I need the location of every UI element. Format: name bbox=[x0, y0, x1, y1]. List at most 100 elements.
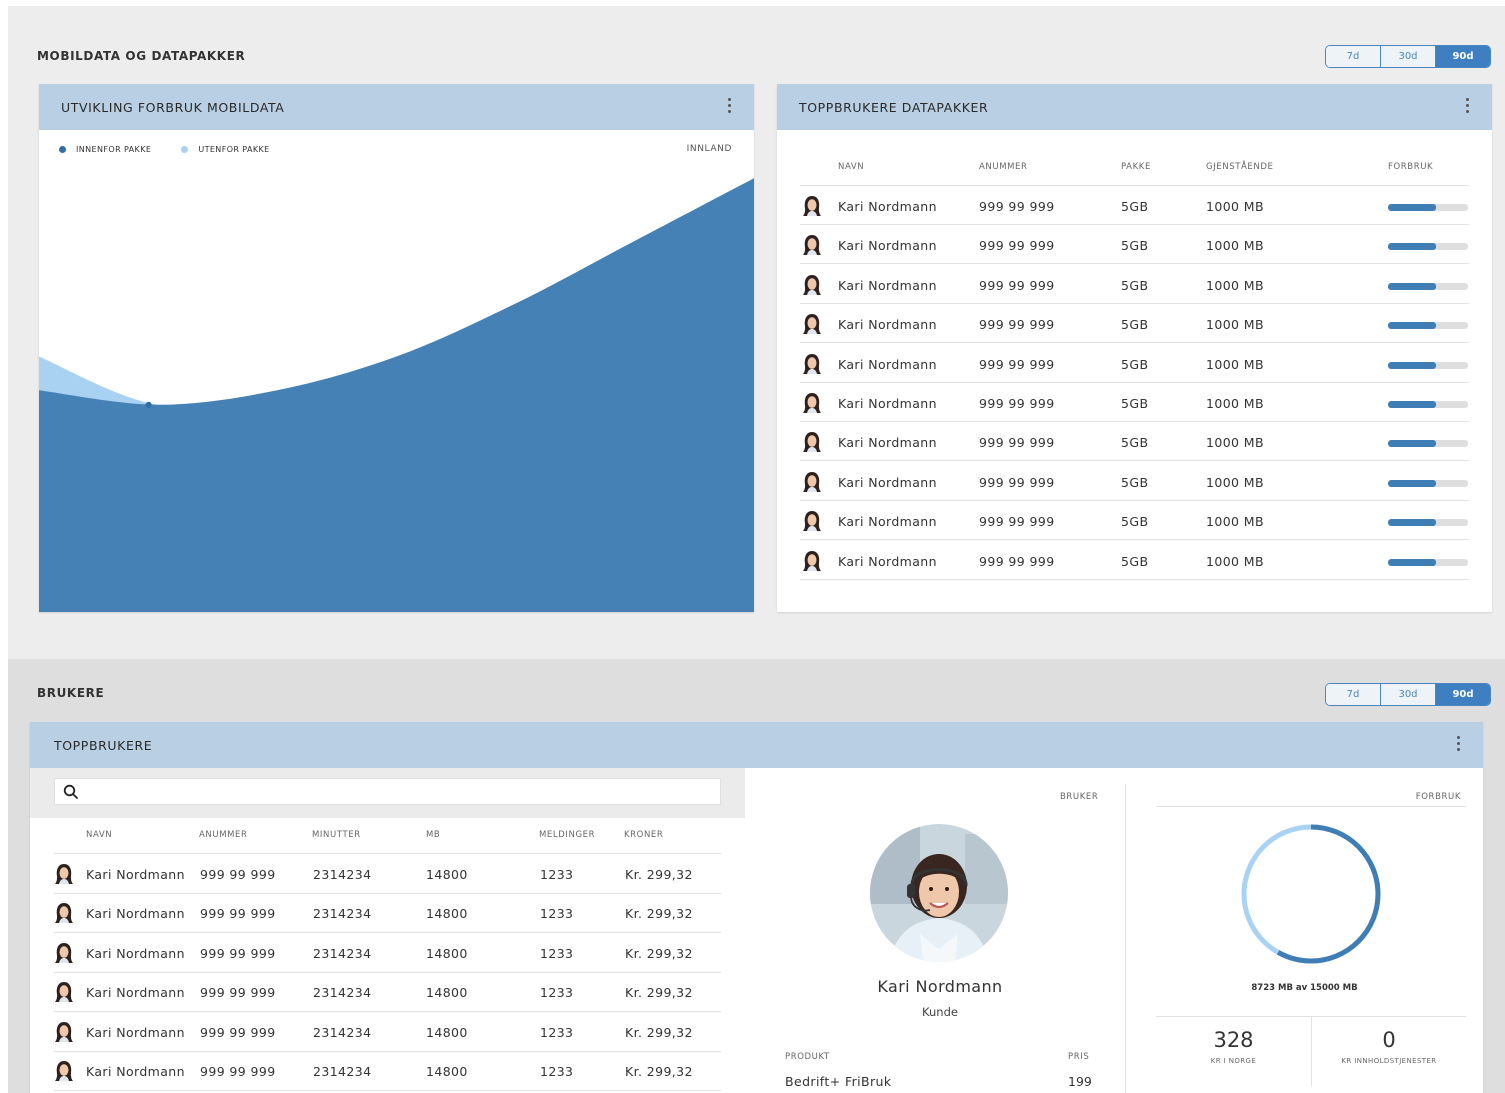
cell-number: 999 99 999 bbox=[979, 474, 1055, 490]
table-row[interactable]: Kari Nordmann 999 99 999 5GB 1000 MB bbox=[800, 265, 1469, 304]
user-name: Kari Nordmann bbox=[877, 977, 1003, 996]
cell-kroner: Kr. 299,32 bbox=[625, 945, 693, 961]
cell-minutes: 2314234 bbox=[313, 945, 372, 961]
avatar bbox=[802, 234, 822, 256]
table-row[interactable]: Kari Nordmann 999 99 999 5GB 1000 MB bbox=[800, 422, 1469, 461]
cell-remaining: 1000 MB bbox=[1206, 238, 1264, 254]
cell-number: 999 99 999 bbox=[979, 553, 1055, 569]
user-detail-pane: BRUKER Kari Nordmann Kunde PRODUKT Bedri… bbox=[745, 768, 1125, 1093]
cell-minutes: 2314234 bbox=[313, 985, 372, 1001]
row-divider bbox=[54, 1090, 721, 1091]
avatar bbox=[802, 274, 822, 296]
avatar bbox=[802, 392, 822, 414]
table-row[interactable]: Kari Nordmann 999 99 999 5GB 1000 MB bbox=[800, 304, 1469, 343]
cell-name: Kari Nordmann bbox=[86, 906, 185, 922]
card-title: TOPPBRUKERE DATAPAKKER bbox=[799, 99, 989, 115]
more-menu-icon[interactable] bbox=[1457, 736, 1461, 751]
table-row[interactable]: Kari Nordmann 999 99 999 2314234 14800 1233 K… bbox=[54, 855, 721, 894]
usage-summary: 8723 MB av 15000 MB bbox=[1251, 983, 1358, 993]
table-row[interactable]: Kari Nordmann 999 99 999 2314234 14800 1233 K… bbox=[54, 1013, 721, 1052]
cell-remaining: 1000 MB bbox=[1206, 317, 1264, 333]
time-range-toggle: 7d 30d 90d bbox=[1325, 45, 1491, 68]
avatar bbox=[802, 431, 822, 453]
cell-messages: 1233 bbox=[540, 1064, 574, 1079]
cell-remaining: 1000 MB bbox=[1206, 356, 1264, 372]
table-row[interactable]: Kari Nordmann 999 99 999 2314234 14800 1233 K… bbox=[54, 1052, 721, 1091]
usage-bar bbox=[1388, 204, 1468, 211]
table-row[interactable]: Kari Nordmann 999 99 999 5GB 1000 MB bbox=[800, 541, 1469, 580]
usage-panel-label: FORBRUK bbox=[1415, 792, 1461, 802]
cell-number: 999 99 999 bbox=[979, 356, 1055, 372]
avatar bbox=[54, 981, 74, 1003]
cell-mb: 14800 bbox=[426, 985, 468, 1001]
table-row[interactable]: Kari Nordmann 999 99 999 2314234 14800 1233 K… bbox=[54, 934, 721, 973]
cell-kroner: Kr. 299,32 bbox=[625, 867, 693, 882]
table-row[interactable]: Kari Nordmann 999 99 999 5GB 1000 MB bbox=[800, 186, 1469, 225]
cell-package: 5GB bbox=[1121, 238, 1149, 254]
column-header-messages: MELDINGER bbox=[539, 830, 596, 840]
cell-name: Kari Nordmann bbox=[86, 985, 185, 1001]
range-90d-button[interactable]: 90d bbox=[1436, 684, 1490, 705]
user-panel-label: BRUKER bbox=[1060, 792, 1099, 802]
cell-kroner: Kr. 299,32 bbox=[625, 1024, 693, 1040]
divider bbox=[1156, 806, 1466, 807]
cell-mb: 14800 bbox=[426, 1024, 468, 1040]
cell-number: 999 99 999 bbox=[200, 1064, 276, 1079]
usage-pane: FORBRUK 8723 MB av 15000 MB 328 KR I NOR… bbox=[1126, 768, 1483, 1093]
cell-package: 5GB bbox=[1121, 474, 1149, 490]
cell-number: 999 99 999 bbox=[979, 317, 1055, 333]
table-row[interactable]: Kari Nordmann 999 99 999 5GB 1000 MB bbox=[800, 383, 1469, 422]
table-row[interactable]: Kari Nordmann 999 99 999 2314234 14800 1233 K… bbox=[54, 894, 721, 933]
column-header-remaining: GJENSTÅENDE bbox=[1206, 162, 1274, 172]
range-30d-button[interactable]: 30d bbox=[1381, 46, 1436, 67]
range-7d-button[interactable]: 7d bbox=[1326, 684, 1381, 705]
cell-name: Kari Nordmann bbox=[838, 238, 937, 254]
search-input[interactable] bbox=[54, 778, 721, 805]
row-divider bbox=[800, 578, 1469, 580]
usage-bar bbox=[1388, 558, 1468, 566]
table-row[interactable]: Kari Nordmann 999 99 999 5GB 1000 MB bbox=[800, 462, 1469, 501]
cell-mb: 14800 bbox=[426, 945, 468, 961]
range-90d-button[interactable]: 90d bbox=[1436, 46, 1490, 67]
usage-bar bbox=[1388, 479, 1468, 487]
stat-value: 0 bbox=[1382, 1028, 1396, 1052]
cell-number: 999 99 999 bbox=[200, 867, 276, 882]
card-title: TOPPBRUKERE bbox=[54, 737, 153, 753]
range-7d-button[interactable]: 7d bbox=[1326, 46, 1381, 67]
table-row[interactable]: Kari Nordmann 999 99 999 5GB 1000 MB bbox=[800, 344, 1469, 383]
avatar bbox=[54, 942, 74, 964]
cell-minutes: 2314234 bbox=[313, 1024, 372, 1040]
column-header-number: ANUMMER bbox=[199, 830, 248, 840]
column-header-name: NAVN bbox=[86, 830, 113, 840]
cell-package: 5GB bbox=[1121, 396, 1149, 411]
cell-name: Kari Nordmann bbox=[86, 1064, 185, 1079]
table-row[interactable]: Kari Nordmann 999 99 999 2314234 14800 1233 K… bbox=[54, 973, 721, 1012]
cell-number: 999 99 999 bbox=[979, 514, 1055, 530]
more-menu-icon[interactable] bbox=[1466, 98, 1470, 113]
cell-minutes: 2314234 bbox=[313, 867, 372, 882]
table-row[interactable]: Kari Nordmann 999 99 999 5GB 1000 MB bbox=[800, 501, 1469, 540]
top-users-card: TOPPBRUKERE NAVN ANUMMER MINUTTER MB MEL… bbox=[30, 722, 1483, 1093]
cell-number: 999 99 999 bbox=[979, 435, 1055, 451]
avatar bbox=[54, 1060, 74, 1082]
cell-number: 999 99 999 bbox=[979, 396, 1055, 411]
cell-remaining: 1000 MB bbox=[1206, 277, 1264, 293]
usage-chart-card: UTVIKLING FORBRUK MOBILDATA INNENFOR PAK… bbox=[39, 84, 754, 612]
avatar bbox=[54, 1021, 74, 1043]
cell-remaining: 1000 MB bbox=[1206, 435, 1264, 451]
cell-mb: 14800 bbox=[426, 1064, 468, 1079]
cell-name: Kari Nordmann bbox=[838, 356, 937, 372]
data-point-marker[interactable] bbox=[145, 401, 152, 408]
more-menu-icon[interactable] bbox=[728, 98, 732, 113]
users-table-pane: NAVN ANUMMER MINUTTER MB MELDINGER KRONE… bbox=[30, 768, 745, 1093]
cell-remaining: 1000 MB bbox=[1206, 514, 1264, 530]
stat-value: 328 bbox=[1213, 1028, 1254, 1052]
price-value: 199 bbox=[1068, 1074, 1092, 1089]
cell-messages: 1233 bbox=[540, 906, 574, 922]
table-row[interactable]: Kari Nordmann 999 99 999 5GB 1000 MB bbox=[800, 225, 1469, 264]
search-bar bbox=[30, 768, 745, 818]
cell-package: 5GB bbox=[1121, 317, 1149, 333]
avatar bbox=[54, 902, 74, 924]
range-30d-button[interactable]: 30d bbox=[1381, 684, 1436, 705]
usage-bar bbox=[1388, 243, 1468, 251]
